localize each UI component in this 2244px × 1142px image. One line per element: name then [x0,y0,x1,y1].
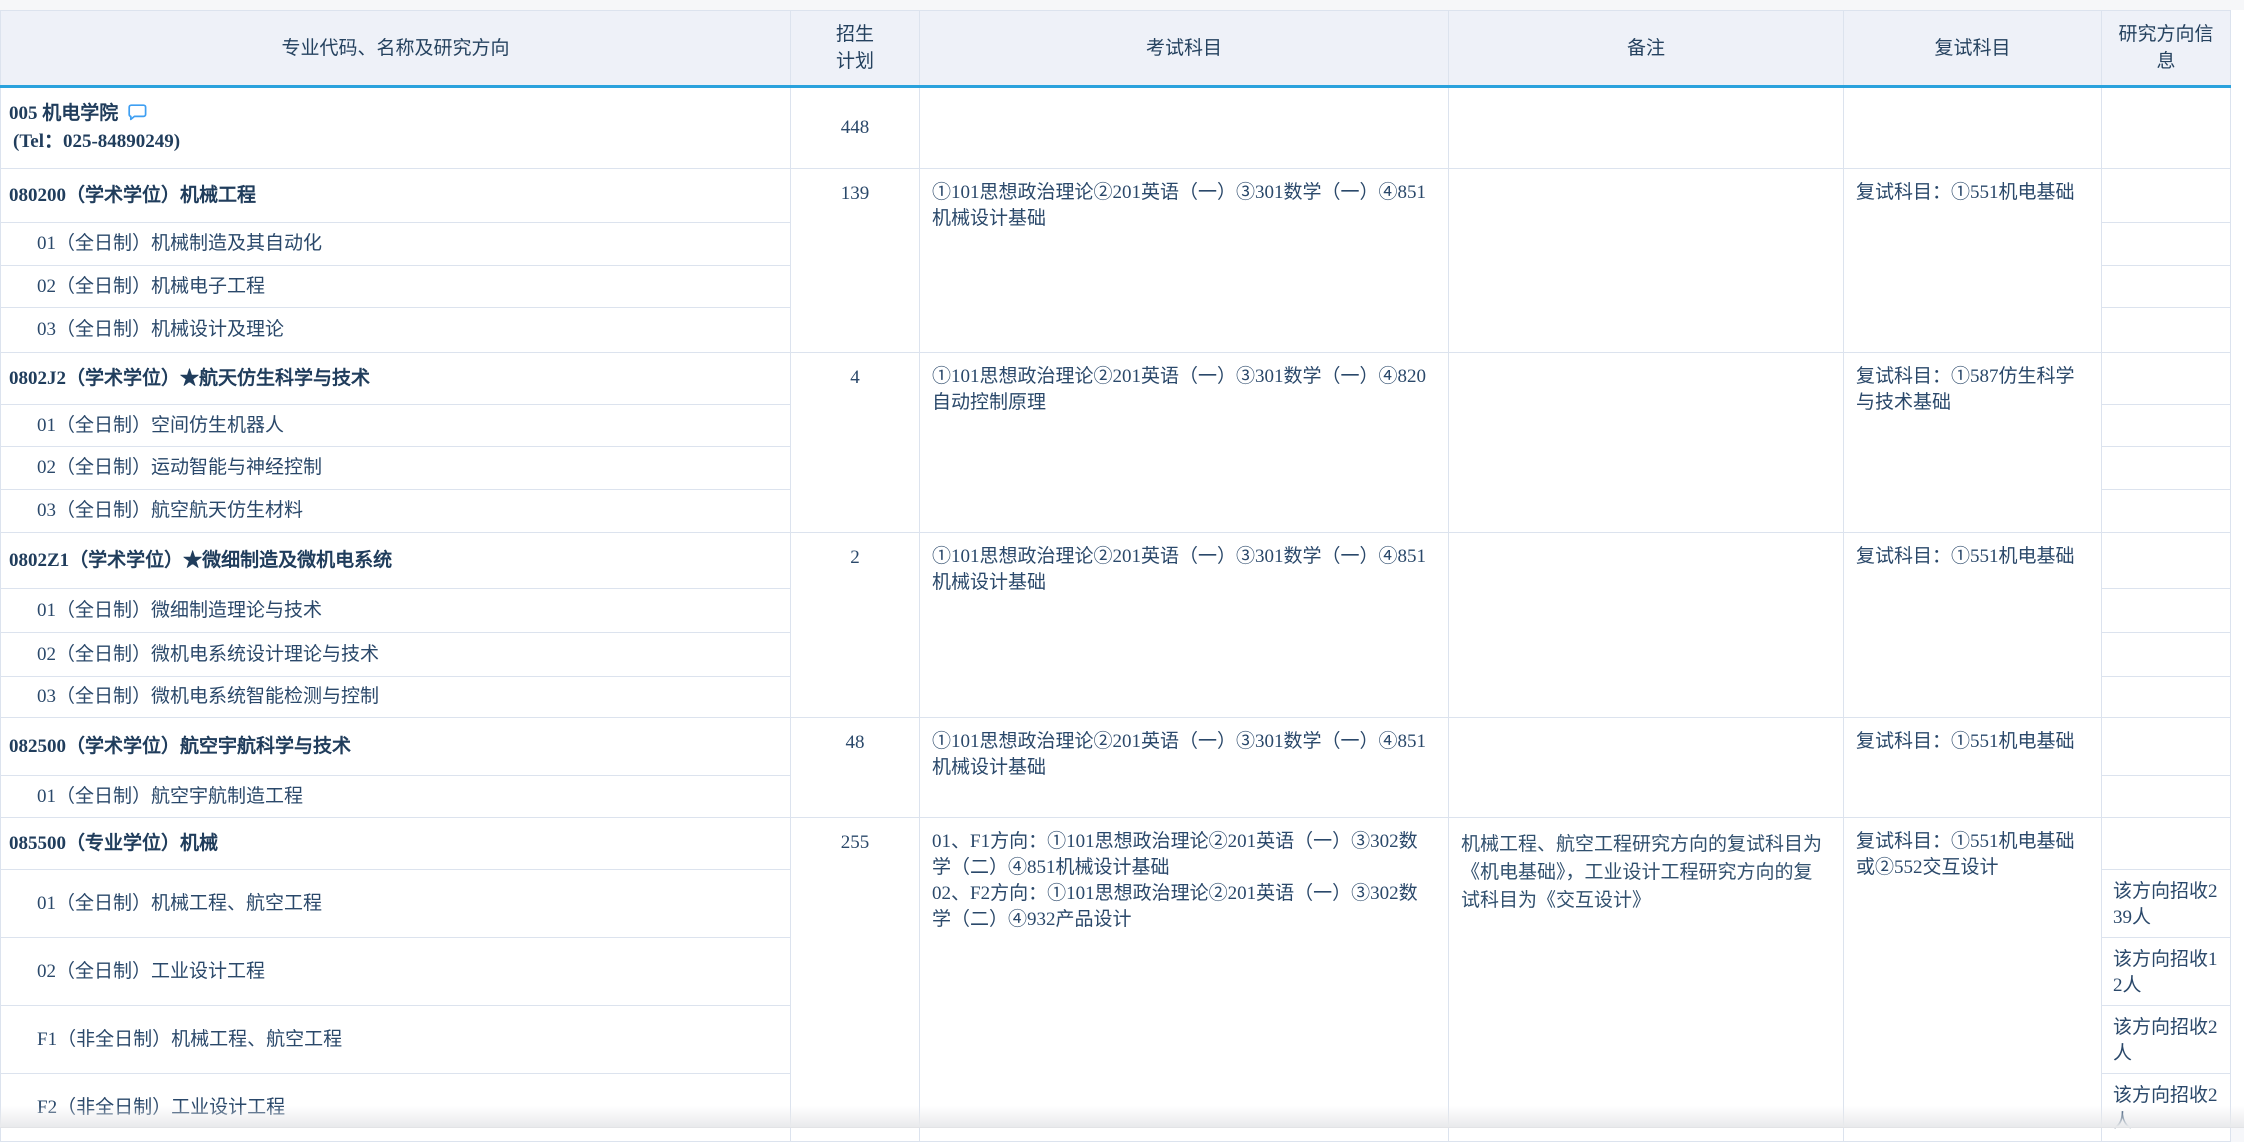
plan-cell: 4 [791,353,920,533]
header-note-column: 备注 [1449,11,1844,87]
info-cell [2102,718,2231,776]
info-cell [2102,776,2231,818]
note-cell [1449,169,1844,353]
retest-cell: 复试科目：①551机电基础 [1844,533,2102,718]
direction-label-cell: 02（全日制）工业设计工程 [1,938,791,1006]
college-name-cell: 005 机电学院 (Tel：025-84890249) [1,87,791,169]
info-cell [2102,169,2231,223]
admissions-table-page: 专业代码、名称及研究方向 招生计划 考试科目 备注 复试科目 研究方向信息 00… [0,0,2244,1128]
info-cell [2102,677,2231,718]
direction-label-cell: 01（全日制）空间仿生机器人 [1,405,791,447]
info-cell [2102,223,2231,266]
header-exam-column: 考试科目 [920,11,1449,87]
plan-cell: 139 [791,169,920,353]
retest-cell: 复试科目：①551机电基础或②552交互设计 [1844,818,2102,1142]
major-label-cell: 0802J2（学术学位）★航天仿生科学与技术 [1,353,791,405]
page-top-margin [0,0,2244,10]
info-cell-empty [2102,87,2231,169]
info-cell: 该方向招收2人 [2102,1074,2231,1142]
major-label-cell: 085500（专业学位）机械 [1,818,791,870]
info-cell [2102,533,2231,589]
exam-option-1: 01、F1方向：①101思想政治理论②201英语（一）③302数学（二）④851… [932,829,1436,881]
info-cell: 该方向招收12人 [2102,938,2231,1006]
header-plan-column: 招生计划 [791,11,920,87]
major-label-cell: 082500（学术学位）航空宇航科学与技术 [1,718,791,776]
college-row: 005 机电学院 (Tel：025-84890249) 448 [1,87,2231,169]
major-group-row: 085500（专业学位）机械 255 01、F1方向：①101思想政治理论②20… [1,818,2231,870]
info-cell [2102,308,2231,353]
enrollment-plan-table: 专业代码、名称及研究方向 招生计划 考试科目 备注 复试科目 研究方向信息 00… [0,10,2231,1142]
info-cell: 该方向招收239人 [2102,870,2231,938]
exam-cell-empty [920,87,1449,169]
direction-label-cell: 01（全日制）微细制造理论与技术 [1,589,791,633]
direction-label-cell: 03（全日制）机械设计及理论 [1,308,791,353]
info-cell [2102,589,2231,633]
direction-label-cell: 02（全日制）机械电子工程 [1,266,791,308]
major-group-row: 0802J2（学术学位）★航天仿生科学与技术 4 ①101思想政治理论②201英… [1,353,2231,405]
info-cell [2102,266,2231,308]
plan-cell: 48 [791,718,920,818]
retest-cell-empty [1844,87,2102,169]
table-header-row: 专业代码、名称及研究方向 招生计划 考试科目 备注 复试科目 研究方向信息 [1,11,2231,87]
info-cell [2102,818,2231,870]
plan-cell: 255 [791,818,920,1142]
major-label-cell: 0802Z1（学术学位）★微细制造及微机电系统 [1,533,791,589]
major-label-cell: 080200（学术学位）机械工程 [1,169,791,223]
info-cell [2102,490,2231,533]
plan-cell: 2 [791,533,920,718]
retest-cell: 复试科目：①551机电基础 [1844,718,2102,818]
note-cell [1449,718,1844,818]
note-cell [1449,353,1844,533]
exam-cell: ①101思想政治理论②201英语（一）③301数学（一）④851机械设计基础 [920,169,1449,353]
note-cell: 机械工程、航空工程研究方向的复试科目为《机电基础》，工业设计工程研究方向的复试科… [1449,818,1844,1142]
exam-cell: ①101思想政治理论②201英语（一）③301数学（一）④851机械设计基础 [920,533,1449,718]
note-cell [1449,533,1844,718]
retest-cell: 复试科目：①587仿生科学与技术基础 [1844,353,2102,533]
direction-label-cell: 01（全日制）机械工程、航空工程 [1,870,791,938]
direction-label-cell: 02（全日制）运动智能与神经控制 [1,447,791,490]
note-cell-empty [1449,87,1844,169]
direction-label-cell: F2（非全日制）工业设计工程 [1,1074,791,1142]
header-retest-column: 复试科目 [1844,11,2102,87]
college-code-name: 005 机电学院 [9,101,780,129]
direction-label-cell: F1（非全日制）机械工程、航空工程 [1,1006,791,1074]
info-cell [2102,447,2231,490]
exam-cell: ①101思想政治理论②201英语（一）③301数学（一）④851机械设计基础 [920,718,1449,818]
info-cell [2102,633,2231,677]
direction-label-cell: 01（全日制）航空宇航制造工程 [1,776,791,818]
info-cell: 该方向招收2人 [2102,1006,2231,1074]
college-tel: (Tel：025-84890249) [9,129,780,155]
direction-label-cell: 03（全日制）航空航天仿生材料 [1,490,791,533]
plan-cell: 448 [791,87,920,169]
major-group-row: 082500（学术学位）航空宇航科学与技术 48 ①101思想政治理论②201英… [1,718,2231,776]
retest-cell: 复试科目：①551机电基础 [1844,169,2102,353]
direction-label-cell: 01（全日制）机械制造及其自动化 [1,223,791,266]
header-major-column: 专业代码、名称及研究方向 [1,11,791,87]
exam-cell: 01、F1方向：①101思想政治理论②201英语（一）③302数学（二）④851… [920,818,1449,1142]
info-cell [2102,405,2231,447]
exam-cell: ①101思想政治理论②201英语（一）③301数学（一）④820自动控制原理 [920,353,1449,533]
major-group-row: 0802Z1（学术学位）★微细制造及微机电系统 2 ①101思想政治理论②201… [1,533,2231,589]
exam-option-2: 02、F2方向：①101思想政治理论②201英语（一）③302数学（二）④932… [932,881,1436,933]
major-group-row: 080200（学术学位）机械工程 139 ①101思想政治理论②201英语（一）… [1,169,2231,223]
chat-bubble-icon[interactable] [128,103,147,129]
direction-label-cell: 02（全日制）微机电系统设计理论与技术 [1,633,791,677]
header-info-column: 研究方向信息 [2102,11,2231,87]
direction-label-cell: 03（全日制）微机电系统智能检测与控制 [1,677,791,718]
info-cell [2102,353,2231,405]
